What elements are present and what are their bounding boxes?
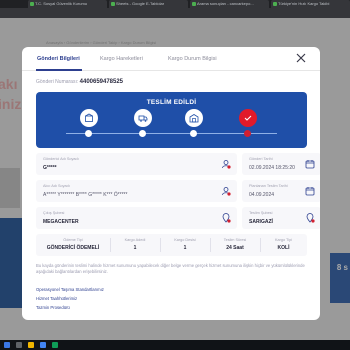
stat-value: GÖNDERİCİ ÖDEMELİ bbox=[46, 245, 100, 251]
delivery-branch-field: Teslim Şubesi SARIGAZİ bbox=[242, 207, 320, 229]
stat-value: 1 bbox=[183, 245, 187, 251]
out-branch-value: MEGACENTER bbox=[43, 219, 79, 225]
link-procedure[interactable]: Tazmin Prosedürü bbox=[36, 305, 70, 310]
calendar-icon bbox=[305, 160, 315, 169]
info-note: Bu kayda gönderinin teslimi halinde hizm… bbox=[36, 263, 305, 274]
step-dot bbox=[190, 130, 197, 137]
sender-field: Gönderici Adı Soyadı G***** bbox=[36, 153, 237, 175]
stat-label: Kargo Tipi bbox=[274, 238, 293, 242]
browser-tab[interactable]: Arama sonuçları - cancarkepo... bbox=[190, 0, 269, 8]
tab-cargo-status[interactable]: Kargo Durum Bilgisi bbox=[168, 56, 217, 62]
shipment-stats: Ödeme Tipi GÖNDERİCİ ÖDEMELİ Kargo Adedi… bbox=[36, 234, 307, 256]
stat-value: KOLİ bbox=[277, 245, 290, 251]
stat-label: Ödeme Tipi bbox=[63, 238, 83, 242]
tracking-number-row: Gönderi Numarası: 4400659478525 bbox=[36, 79, 123, 85]
tab-cargo-movements[interactable]: Kargo Hareketleri bbox=[100, 56, 143, 62]
close-icon[interactable] bbox=[296, 53, 306, 63]
status-title: TESLİM EDİLDİ bbox=[146, 99, 197, 106]
package-volume-stat: Kargo Desisi 1 bbox=[160, 234, 210, 256]
modal-tabs: Gönderi Bilgileri Kargo Hareketleri Karg… bbox=[22, 47, 320, 71]
browser-tab[interactable]: Türkiye'nin Hızlı Kargo Takibi bbox=[271, 0, 350, 8]
active-tab-indicator bbox=[36, 69, 82, 71]
send-date-field: Gönderi Tarihi 02.09.2024 18:25:20 bbox=[242, 153, 320, 175]
delivery-branch-label: Teslim Şubesi bbox=[249, 211, 273, 215]
windows-start-icon[interactable] bbox=[4, 342, 10, 348]
stat-value: 24 Saat bbox=[226, 245, 244, 251]
receiver-field: Alıcı Adı Soyadı A***** Y******* B**** G… bbox=[36, 180, 237, 202]
location-icon bbox=[306, 213, 315, 223]
sender-value: G***** bbox=[43, 165, 57, 171]
shipment-detail-modal: Gönderi Bilgileri Kargo Hareketleri Karg… bbox=[22, 47, 320, 320]
link-standards[interactable]: Operasyonel Taşıma Standartlarımız bbox=[36, 287, 104, 292]
send-date-label: Gönderi Tarihi bbox=[249, 157, 273, 161]
tracking-label: Gönderi Numarası: bbox=[36, 79, 79, 85]
delivery-status-card: TESLİM EDİLDİ bbox=[36, 92, 307, 148]
stat-label: Kargo Desisi bbox=[174, 238, 196, 242]
receiver-value: A***** Y******* B**** G***** K*** Ö***** bbox=[43, 192, 128, 198]
truck-icon bbox=[134, 109, 152, 127]
chrome-icon[interactable] bbox=[40, 342, 46, 348]
stat-label: Teslim Süresi bbox=[223, 238, 247, 242]
address-bar[interactable] bbox=[0, 8, 350, 18]
send-date-value: 02.09.2024 18:25:20 bbox=[249, 165, 295, 171]
package-count-stat: Kargo Adedi 1 bbox=[110, 234, 160, 256]
delivery-date-value: 04.09.2024 bbox=[249, 192, 275, 198]
delivery-date-field: Planlanan Teslim Tarihi 04.09.2024 bbox=[242, 180, 320, 202]
receiver-label: Alıcı Adı Soyadı bbox=[43, 184, 70, 188]
browser-tab[interactable]: Sheets - Google E-Tablolar bbox=[109, 0, 188, 8]
sheets-icon[interactable] bbox=[52, 342, 58, 348]
warehouse-icon bbox=[185, 109, 203, 127]
stat-label: Kargo Adedi bbox=[124, 238, 146, 242]
out-branch-field: Çıkış Şubesi MEGACENTER bbox=[36, 207, 237, 229]
os-taskbar bbox=[0, 340, 350, 350]
folder-icon[interactable] bbox=[28, 342, 34, 348]
location-icon bbox=[222, 213, 231, 223]
delivery-time-stat: Teslim Süresi 24 Saat bbox=[210, 234, 260, 256]
tab-shipment-info[interactable]: Gönderi Bilgileri bbox=[37, 56, 80, 62]
browser-tab[interactable]: T.C. Sosyal Güvenlik Kurumu bbox=[28, 0, 107, 8]
browser-tab-bar: T.C. Sosyal Güvenlik Kurumu Sheets - Goo… bbox=[0, 0, 350, 8]
stat-value: 1 bbox=[133, 245, 137, 251]
search-icon[interactable] bbox=[16, 342, 22, 348]
user-icon bbox=[222, 160, 231, 169]
payment-type-stat: Ödeme Tipi GÖNDERİCİ ÖDEMELİ bbox=[36, 234, 110, 256]
delivered-icon bbox=[239, 109, 257, 127]
out-branch-label: Çıkış Şubesi bbox=[43, 211, 65, 215]
delivery-branch-value: SARIGAZİ bbox=[249, 219, 273, 225]
delivery-date-label: Planlanan Teslim Tarihi bbox=[249, 184, 288, 188]
user-icon bbox=[222, 187, 231, 196]
calendar-icon bbox=[305, 187, 315, 196]
sender-label: Gönderici Adı Soyadı bbox=[43, 157, 79, 161]
cargo-type-stat: Kargo Tipi KOLİ bbox=[260, 234, 307, 256]
tracking-number: 4400659478525 bbox=[79, 79, 124, 85]
step-dot-active bbox=[244, 130, 251, 137]
box-icon bbox=[80, 109, 98, 127]
step-dot bbox=[139, 130, 146, 137]
step-dot bbox=[85, 130, 92, 137]
link-commitment[interactable]: Hizmet Taahhütlerimiz bbox=[36, 296, 77, 301]
